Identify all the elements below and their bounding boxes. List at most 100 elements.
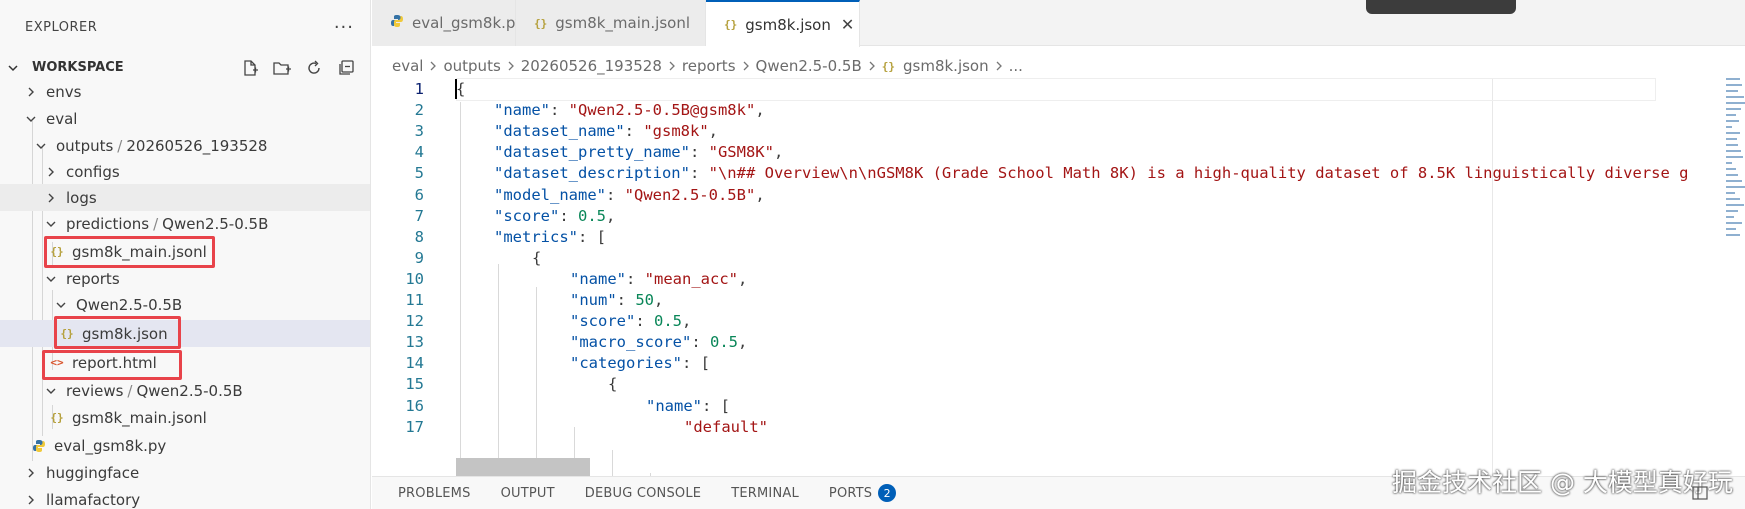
breadcrumb-item[interactable]: outputs — [443, 57, 500, 75]
json-comma: , — [755, 185, 765, 204]
tree-item-gsm8k-main-jsonl[interactable]: {} gsm8k_main.jsonl — [0, 238, 370, 265]
line-number: 4 — [414, 143, 424, 162]
line-source: "dataset_name": "gsm8k", — [494, 122, 718, 141]
tree-item-qwen-folder[interactable]: Qwen2.5-0.5B — [0, 291, 370, 318]
json-key: "score" — [570, 312, 636, 331]
python-file-icon — [32, 439, 46, 453]
tree-item-envs[interactable]: envs — [0, 78, 370, 105]
html-file-icon: <> — [50, 356, 64, 369]
tree-item-label: logs — [66, 188, 97, 207]
more-actions-icon[interactable]: ··· — [334, 17, 354, 38]
tab-ports[interactable]: PORTS 2 — [829, 484, 897, 502]
line-source: "default" — [684, 416, 768, 439]
tree-item-label: eval_gsm8k.py — [54, 436, 167, 455]
json-number-value: 0.5 — [710, 333, 738, 352]
chevron-down-icon — [44, 384, 58, 398]
tab-eval-gsm8k-py[interactable]: eval_gsm8k.py — [372, 0, 524, 46]
line-source: { — [456, 78, 465, 101]
tree-item-label: Qwen2.5-0.5B — [76, 295, 183, 314]
line-number: 10 — [405, 269, 424, 288]
tab-gsm8k-main-jsonl[interactable]: {} gsm8k_main.jsonl — [516, 0, 706, 46]
tree-item-configs[interactable]: configs — [0, 158, 370, 185]
json-string-value: "\n## Overview\n\nGSM8K (Grade School Ma… — [708, 164, 1689, 183]
text-cursor — [455, 79, 457, 99]
tab-debug-console[interactable]: DEBUG CONSOLE — [585, 486, 701, 501]
tree-item-label: gsm8k.json — [82, 324, 168, 343]
line-source: { — [608, 373, 617, 396]
chevron-right-icon — [24, 85, 38, 99]
close-tab-icon[interactable]: ✕ — [841, 15, 854, 34]
code-line: 9{ — [372, 247, 1724, 270]
json-comma: , — [708, 122, 718, 141]
tree-item-label: predictions — [66, 214, 150, 233]
tab-label: gsm8k_main.jsonl — [555, 14, 691, 32]
chevron-down-icon — [24, 112, 38, 126]
minimap-line — [1726, 234, 1740, 236]
tree-item-report-html[interactable]: <> report.html — [0, 349, 370, 376]
json-string-value: "GSM8K" — [708, 143, 774, 162]
tree-item-reviews[interactable]: reviews / Qwen2.5-0.5B — [0, 377, 370, 404]
json-key: "name" — [494, 101, 550, 120]
tab-output[interactable]: OUTPUT — [501, 486, 555, 501]
json-key: "num" — [570, 291, 617, 309]
code-editor[interactable]: 1{2 "name": "Qwen2.5-0.5B@gsm8k", 3 "datase… — [372, 78, 1724, 476]
horizontal-scrollbar[interactable] — [456, 458, 590, 476]
tab-terminal[interactable]: TERMINAL — [731, 486, 799, 501]
minimap-line — [1726, 150, 1741, 152]
tab-problems[interactable]: PROBLEMS — [398, 486, 471, 501]
chevron-right-icon — [995, 60, 1003, 72]
chevron-right-icon — [668, 60, 676, 72]
chevron-right-icon — [507, 60, 515, 72]
tree-item-gsm8k-json[interactable]: {} gsm8k.json — [0, 320, 370, 347]
tree-item-llamafactory[interactable]: llamafactory — [0, 486, 370, 509]
tree-item-logs[interactable]: logs — [0, 184, 370, 211]
chevron-right-icon — [44, 191, 58, 205]
tree-item-predictions[interactable]: predictions / Qwen2.5-0.5B — [0, 210, 370, 237]
tree-item-eval-gsm8k-py[interactable]: eval_gsm8k.py — [0, 432, 370, 459]
collapse-all-icon[interactable] — [336, 58, 356, 78]
new-folder-icon[interactable] — [272, 58, 292, 78]
json-bracket: { — [608, 375, 618, 394]
chevron-right-icon — [24, 466, 38, 480]
tree-item-reviews-gsm8k-main-jsonl[interactable]: {} gsm8k_main.jsonl — [0, 404, 370, 431]
refresh-icon[interactable] — [304, 58, 324, 78]
line-number: 5 — [414, 164, 424, 183]
json-bracket: [ — [596, 227, 607, 246]
new-file-icon[interactable] — [240, 58, 260, 78]
chevron-down-icon — [6, 61, 20, 75]
breadcrumb-item[interactable]: Qwen2.5-0.5B — [756, 57, 862, 75]
panel-layout-icon[interactable] — [1692, 485, 1708, 501]
minimap-line — [1726, 210, 1738, 212]
tree-item-reports[interactable]: reports — [0, 265, 370, 292]
minimap-line — [1726, 216, 1734, 218]
json-bracket: { — [532, 248, 542, 267]
workspace-section-header[interactable]: WORKSPACE — [0, 54, 370, 81]
path-separator: / — [117, 136, 123, 155]
json-key: "name" — [570, 269, 626, 288]
tree-item-eval[interactable]: eval — [0, 105, 370, 132]
chevron-down-icon — [54, 298, 68, 312]
workspace-title: WORKSPACE — [32, 60, 124, 75]
json-file-icon: {} — [534, 16, 548, 30]
line-source: "name": [ — [646, 396, 731, 415]
minimap[interactable] — [1724, 78, 1745, 258]
breadcrumb-item[interactable]: 20260526_193528 — [521, 57, 662, 75]
json-key: "model_name" — [494, 185, 606, 204]
json-comma: , — [654, 291, 664, 309]
tree-item-outputs[interactable]: outputs / 20260526_193528 — [0, 132, 370, 159]
line-source: "num": 50, — [570, 291, 664, 309]
json-string-value: "default" — [684, 417, 768, 436]
breadcrumb-item[interactable]: gsm8k.json — [903, 57, 989, 75]
breadcrumb: eval outputs 20260526_193528 reports Qwe… — [392, 54, 1023, 78]
json-number-value: 0.5 — [654, 312, 682, 331]
chevron-right-icon — [44, 165, 58, 179]
code-line: 15 { — [372, 373, 1724, 396]
breadcrumb-item[interactable]: ... — [1009, 57, 1023, 75]
tab-gsm8k-json[interactable]: {} gsm8k.json ✕ — [706, 0, 860, 47]
minimap-line — [1726, 222, 1742, 224]
breadcrumb-item[interactable]: eval — [392, 57, 423, 75]
tree-item-huggingface[interactable]: huggingface — [0, 459, 370, 486]
json-number-value: 0.5 — [578, 206, 606, 225]
breadcrumb-item[interactable]: reports — [682, 57, 736, 75]
json-comma: , — [606, 206, 616, 225]
